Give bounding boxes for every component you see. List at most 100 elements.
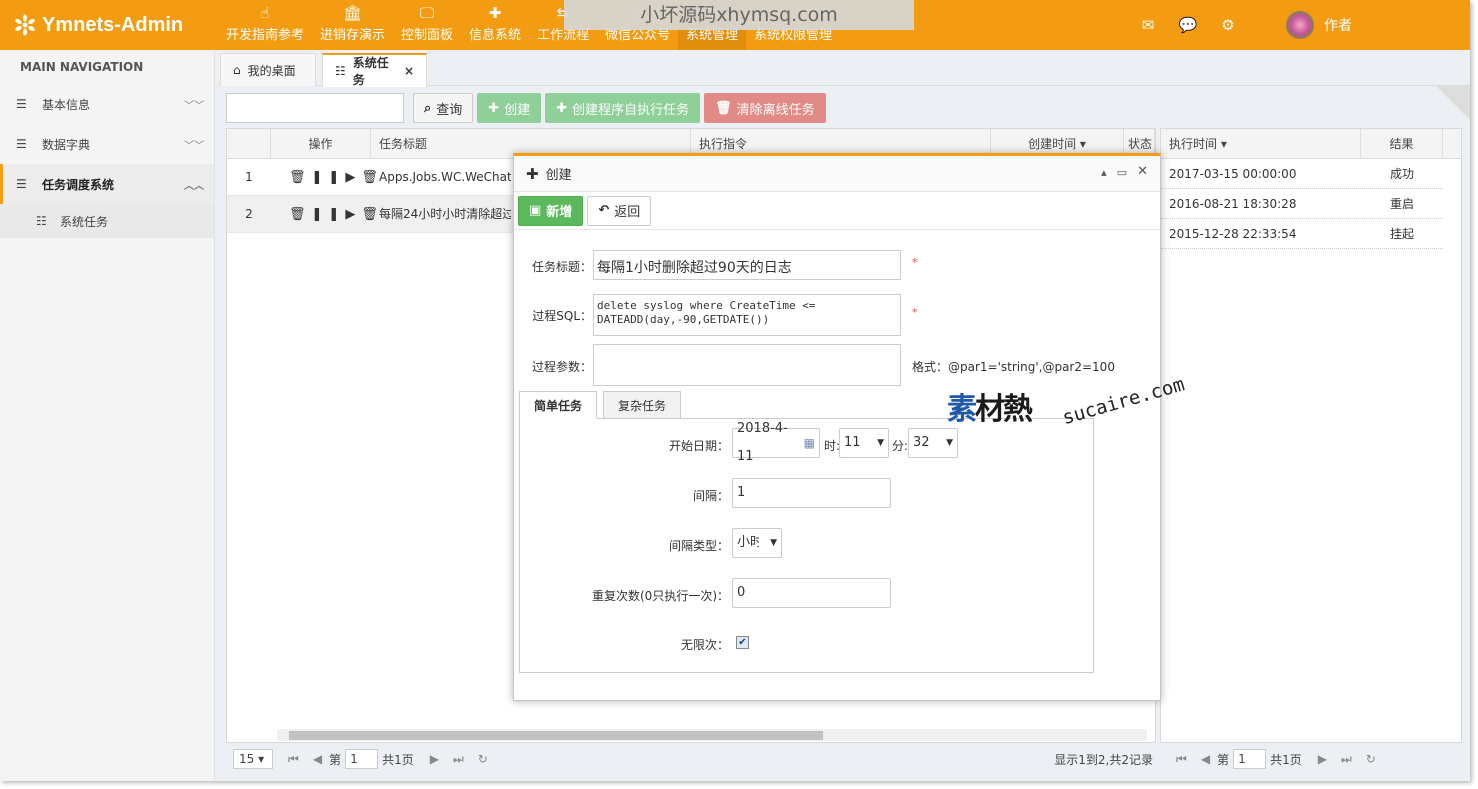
exec-result: 挂起	[1389, 227, 1414, 241]
hour-select[interactable]: 11 ▼	[839, 428, 889, 458]
cogs-icon[interactable]: ⚙	[1208, 16, 1248, 34]
create-auto-task-button[interactable]: ✚ 创建程序自执行任务	[545, 93, 701, 123]
table-row[interactable]: 2016-08-21 18:30:28 重启	[1161, 189, 1443, 219]
header-result[interactable]: 结果	[1361, 129, 1443, 159]
sidebar-item-basic-info[interactable]: ☰ 基本信息 ﹀﹀	[0, 84, 214, 124]
clear-offline-button[interactable]: 🗑 清除离线任务	[704, 93, 826, 123]
page-input[interactable]: 1	[1233, 749, 1267, 769]
search-input[interactable]	[226, 93, 404, 123]
page-size-select[interactable]: 15 ▾	[233, 749, 273, 769]
page-size-value: 15	[239, 752, 255, 766]
refresh-icon[interactable]: ↻	[478, 752, 488, 766]
play-icon[interactable]: ▶	[345, 207, 361, 222]
horizontal-scrollbar[interactable]	[277, 729, 1147, 741]
search-icon: ⌕	[424, 100, 432, 116]
watermark-chars: 材熱	[975, 392, 1033, 427]
sql-textarea[interactable]: delete syslog where CreateTime <= DATEAD…	[593, 294, 901, 336]
query-button[interactable]: ⌕ 查询	[413, 93, 474, 123]
interval-input[interactable]: 1	[732, 478, 891, 508]
app-title: Ymnets-Admin	[42, 13, 184, 36]
server-icon: ☷	[335, 64, 346, 78]
tab-desktop[interactable]: ⌂ 我的桌面	[220, 53, 316, 86]
button-label: 创建	[504, 102, 531, 118]
server-icon: ☷	[36, 214, 47, 228]
dialog-controls: ▴ ▭ ✕	[1101, 165, 1148, 179]
interval-type-select[interactable]: 小时 ▼	[732, 528, 782, 558]
sidebar-heading: MAIN NAVIGATION	[20, 60, 144, 74]
close-icon[interactable]: ✕	[1137, 165, 1148, 179]
tab-system-task[interactable]: ☷ 系统任务 ×	[322, 53, 427, 87]
next-page-icon[interactable]: ▶	[1318, 752, 1327, 766]
tab-bar: ⌂ 我的桌面 ☷ 系统任务 ×	[218, 50, 1470, 87]
expand-corner-icon[interactable]	[1436, 86, 1470, 120]
home-icon: ⌂	[233, 63, 241, 77]
table-row[interactable]: 2015-12-28 22:33:54 挂起	[1161, 219, 1443, 249]
list-icon: ☰	[16, 97, 27, 111]
scrollbar-thumb[interactable]	[289, 731, 823, 740]
repeat-input[interactable]: 0	[732, 578, 891, 608]
tab-simple-task[interactable]: 简单任务	[519, 391, 598, 419]
tab-complex-task[interactable]: 复杂任务	[603, 391, 682, 419]
exec-time: 2016-08-21 18:30:28	[1169, 197, 1297, 211]
sidebar-item-task-scheduler[interactable]: ☰ 任务调度系统 ︿︿	[0, 164, 214, 204]
refresh-icon[interactable]: ↻	[1366, 752, 1376, 766]
start-date-input[interactable]: 2018-4-11 ▦	[732, 421, 820, 464]
app-logo[interactable]: Ymnets-Admin	[0, 0, 218, 50]
trash-icon[interactable]: 🗑	[289, 207, 312, 222]
save-icon: ▣	[529, 203, 542, 218]
watermark-char: 素	[947, 392, 977, 427]
minute-label: 分:	[892, 439, 909, 453]
calendar-icon[interactable]: ▦	[804, 429, 815, 457]
maximize-icon[interactable]: ▭	[1117, 166, 1127, 179]
next-page-icon[interactable]: ▶	[430, 752, 439, 766]
header-num	[227, 129, 271, 159]
nav-item-info-system[interactable]: ✚ 信息系统	[461, 0, 529, 50]
button-label: 返回	[614, 205, 641, 220]
sort-down-icon: ▾	[1220, 137, 1227, 151]
pause-icon[interactable]: ❚❚	[312, 207, 346, 222]
last-page-icon[interactable]: ⏭	[1341, 752, 1352, 767]
avatar[interactable]	[1286, 11, 1314, 39]
sort-down-icon: ▾	[1079, 137, 1086, 151]
table-row[interactable]: 2017-03-15 00:00:00 成功	[1161, 159, 1443, 189]
chat-icon[interactable]: 💬	[1168, 16, 1208, 34]
unlimited-checkbox[interactable]: ✔	[736, 636, 749, 649]
repeat-label: 重复次数(0只执行一次)：	[592, 589, 729, 603]
minute-value: 32	[913, 435, 930, 450]
nav-item-dev-guide[interactable]: ☝ 开发指南参考	[218, 0, 312, 50]
page-total: 共1页	[1270, 752, 1302, 767]
back-button[interactable]: ↶ 返回	[587, 195, 652, 226]
close-icon[interactable]: ×	[404, 64, 414, 78]
first-page-icon[interactable]: ⏮	[1176, 752, 1187, 767]
title-input[interactable]: 每隔1小时删除超过90天的日志	[593, 250, 901, 280]
row-title: 每隔24小时小时清除超过	[379, 207, 511, 221]
page-input[interactable]: 1	[345, 749, 379, 769]
required-mark: *	[912, 256, 918, 269]
last-page-icon[interactable]: ⏭	[453, 752, 464, 767]
nav-item-inventory[interactable]: 🏛 进销存演示	[312, 0, 393, 50]
chevron-down-icon: ▼	[877, 438, 884, 448]
create-button[interactable]: ✚ 创建	[477, 93, 542, 123]
user-name[interactable]: 作者	[1324, 15, 1352, 35]
collapse-icon[interactable]: ▴	[1101, 166, 1107, 179]
watermark-logo-text: 素材熱	[947, 384, 1033, 428]
nav-item-control-panel[interactable]: 🖵 控制面板	[393, 0, 461, 50]
sidebar-subitem-system-task[interactable]: ☷ 系统任务	[0, 204, 214, 238]
dialog-header: ✚ 创建 ▴ ▭ ✕	[514, 156, 1160, 192]
prev-page-icon[interactable]: ◀	[1201, 752, 1210, 766]
exec-result: 重启	[1389, 197, 1414, 211]
play-icon[interactable]: ▶	[345, 170, 361, 185]
params-textarea[interactable]	[593, 344, 901, 386]
double-chevron-down-icon: ﹀﹀	[184, 100, 204, 112]
prev-page-icon[interactable]: ◀	[313, 752, 322, 766]
pause-icon[interactable]: ❚❚	[312, 170, 346, 185]
save-button[interactable]: ▣ 新增	[518, 195, 584, 226]
first-page-icon[interactable]: ⏮	[288, 752, 299, 767]
sidebar-item-label: 任务调度系统	[42, 177, 115, 192]
sidebar-subitem-label: 系统任务	[60, 214, 109, 229]
sidebar-item-dictionary[interactable]: ☰ 数据字典 ﹀﹀	[0, 124, 214, 164]
exec-time: 2015-12-28 22:33:54	[1169, 227, 1297, 241]
mail-icon[interactable]: ✉	[1128, 16, 1168, 34]
trash-icon[interactable]: 🗑	[289, 170, 312, 185]
header-exec-time[interactable]: 执行时间 ▾	[1161, 129, 1361, 159]
